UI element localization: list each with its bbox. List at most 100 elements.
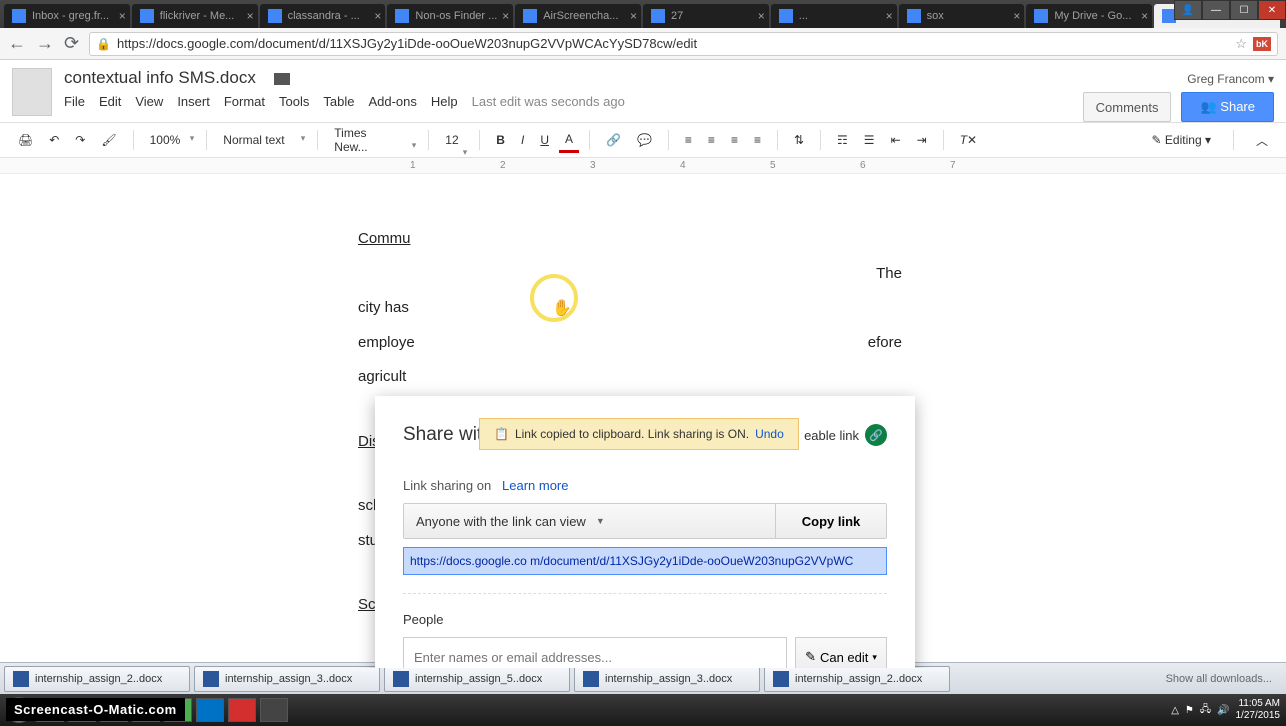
- bulleted-list-icon[interactable]: ☰: [858, 129, 881, 151]
- comment-icon[interactable]: 💬: [631, 129, 658, 151]
- taskbar-doc-tab[interactable]: internship_assign_5..docx: [384, 666, 570, 692]
- menu-edit[interactable]: Edit: [99, 94, 121, 109]
- taskbar-doc-tab[interactable]: internship_assign_3..docx: [574, 666, 760, 692]
- user-label[interactable]: Greg Francom ▾: [1187, 72, 1274, 86]
- text-color-icon[interactable]: A: [559, 128, 579, 153]
- browser-tab[interactable]: 27×: [643, 4, 769, 28]
- style-select[interactable]: Normal text: [217, 129, 307, 151]
- menu-table[interactable]: Table: [323, 94, 354, 109]
- favicon: [779, 9, 793, 23]
- browser-tab[interactable]: ...×: [771, 4, 897, 28]
- permission-dropdown[interactable]: Anyone with the link can view ▼: [404, 504, 776, 538]
- forward-button[interactable]: →: [36, 33, 54, 54]
- align-center-icon[interactable]: ≡: [702, 129, 721, 151]
- menu-insert[interactable]: Insert: [177, 94, 210, 109]
- star-icon[interactable]: ☆: [1235, 36, 1247, 52]
- menu-tools[interactable]: Tools: [279, 94, 309, 109]
- align-right-icon[interactable]: ≡: [725, 129, 744, 151]
- browser-tab[interactable]: My Drive - Go...×: [1026, 4, 1152, 28]
- close-icon[interactable]: ×: [1013, 9, 1020, 23]
- chevron-down-icon: ▼: [596, 516, 605, 526]
- back-button[interactable]: ←: [8, 33, 26, 54]
- address-bar[interactable]: 🔒 https://docs.google.com/document/d/11X…: [89, 32, 1278, 56]
- network-icon[interactable]: 🖧: [1200, 702, 1211, 719]
- learn-more-link[interactable]: Learn more: [502, 478, 568, 493]
- undo-icon[interactable]: ↶: [43, 129, 65, 151]
- editing-mode[interactable]: ✎ Editing ▾: [1146, 129, 1217, 151]
- flag-icon[interactable]: ⚑: [1185, 705, 1194, 716]
- doc-text: city has: [358, 291, 902, 326]
- menu-file[interactable]: File: [64, 94, 85, 109]
- clear-format-icon[interactable]: T✕: [954, 129, 983, 151]
- align-justify-icon[interactable]: ≡: [748, 129, 767, 151]
- comments-button[interactable]: Comments: [1083, 92, 1172, 122]
- taskbar-doc-tab[interactable]: internship_assign_3..docx: [194, 666, 380, 692]
- close-icon[interactable]: ×: [758, 9, 765, 23]
- menu-format[interactable]: Format: [224, 94, 265, 109]
- doc-text: employe: [358, 326, 415, 361]
- menu-help[interactable]: Help: [431, 94, 458, 109]
- word-icon: [583, 671, 599, 687]
- font-select[interactable]: Times New...: [328, 122, 418, 158]
- align-left-icon[interactable]: ≡: [679, 129, 698, 151]
- menu-add-ons[interactable]: Add-ons: [368, 94, 416, 109]
- pdf-icon[interactable]: [228, 698, 256, 722]
- undo-link[interactable]: Undo: [755, 427, 784, 441]
- browser-tab[interactable]: sox×: [899, 4, 1025, 28]
- font-size-select[interactable]: 12: [439, 129, 469, 151]
- outlook-icon[interactable]: [196, 698, 224, 722]
- numbered-list-icon[interactable]: ☶: [831, 129, 854, 151]
- underline-icon[interactable]: U: [534, 129, 555, 151]
- browser-tab[interactable]: AirScreencha...×: [515, 4, 641, 28]
- toast-notification: 📋 Link copied to clipboard. Link sharing…: [479, 418, 799, 450]
- close-icon[interactable]: ×: [886, 9, 893, 23]
- browser-tab[interactable]: Inbox - greg.fr...×: [4, 4, 130, 28]
- close-icon[interactable]: ×: [247, 9, 254, 23]
- maximize-button[interactable]: ☐: [1230, 0, 1258, 20]
- user-icon[interactable]: 👤: [1174, 0, 1202, 20]
- share-url-input[interactable]: [403, 547, 887, 575]
- line-spacing-icon[interactable]: ⇅: [788, 129, 810, 151]
- tray-icon[interactable]: △: [1171, 705, 1179, 716]
- italic-icon[interactable]: I: [515, 129, 530, 151]
- menu-view[interactable]: View: [135, 94, 163, 109]
- doc-title[interactable]: contextual info SMS.docx: [64, 68, 256, 87]
- link-icon[interactable]: 🔗: [865, 424, 887, 446]
- collapse-toolbar-icon[interactable]: ︿: [1250, 128, 1274, 153]
- close-button[interactable]: ✕: [1258, 0, 1286, 20]
- volume-icon[interactable]: 🔊: [1217, 705, 1229, 716]
- can-edit-dropdown[interactable]: ✎ Can edit ▾: [795, 637, 887, 668]
- close-icon[interactable]: ×: [1141, 9, 1148, 23]
- extension-icon[interactable]: bK: [1253, 37, 1271, 51]
- browser-tab[interactable]: flickriver - Me...×: [132, 4, 258, 28]
- folder-icon[interactable]: [274, 73, 290, 85]
- bold-icon[interactable]: B: [490, 129, 511, 151]
- link-icon[interactable]: 🔗: [600, 129, 627, 151]
- paint-format-icon[interactable]: 🖌: [95, 129, 122, 151]
- reload-button[interactable]: ⟳: [64, 33, 79, 54]
- close-icon[interactable]: ×: [119, 9, 126, 23]
- downloads-link[interactable]: Show all downloads...: [1166, 673, 1282, 685]
- taskbar-doc-tab[interactable]: internship_assign_2..docx: [4, 666, 190, 692]
- minimize-button[interactable]: —: [1202, 0, 1230, 20]
- ruler-mark: 4: [680, 160, 686, 171]
- browser-tab[interactable]: classandra - ...×: [260, 4, 386, 28]
- close-icon[interactable]: ×: [374, 9, 381, 23]
- outdent-icon[interactable]: ⇤: [885, 129, 907, 151]
- share-button[interactable]: 👥 Share: [1181, 92, 1274, 122]
- copy-link-button[interactable]: Copy link: [776, 504, 886, 538]
- indent-icon[interactable]: ⇥: [911, 129, 933, 151]
- redo-icon[interactable]: ↷: [69, 129, 91, 151]
- people-input[interactable]: [403, 637, 787, 668]
- clipboard-icon: 📋: [494, 427, 509, 441]
- close-icon[interactable]: ×: [502, 9, 509, 23]
- browser-tab[interactable]: Non-os Finder ...×: [387, 4, 513, 28]
- print-icon[interactable]: 🖨: [12, 129, 39, 151]
- zoom-select[interactable]: 100%: [144, 129, 197, 151]
- taskbar-app[interactable]: [260, 698, 288, 722]
- word-icon: [773, 671, 789, 687]
- system-clock[interactable]: 11:05 AM 1/27/2015: [1236, 698, 1281, 722]
- close-icon[interactable]: ×: [630, 9, 637, 23]
- docs-logo[interactable]: [12, 68, 52, 116]
- taskbar-doc-tab[interactable]: internship_assign_2..docx: [764, 666, 950, 692]
